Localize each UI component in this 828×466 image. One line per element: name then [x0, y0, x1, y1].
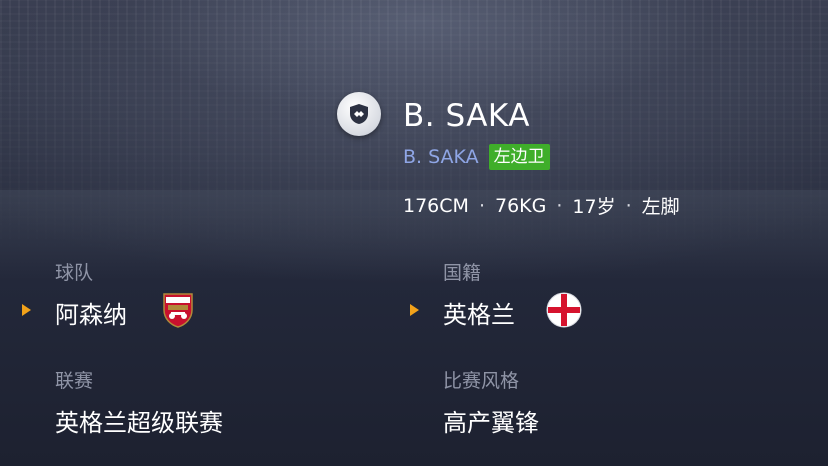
player-foot: 左脚 — [641, 196, 680, 218]
team-label: 球队 — [55, 262, 94, 284]
player-name: B. SAKA — [403, 98, 530, 134]
style-label: 比赛风格 — [443, 370, 520, 392]
nationality-label: 国籍 — [443, 262, 482, 284]
player-weight: 76KG — [494, 194, 547, 217]
team-value[interactable]: 阿森纳 — [55, 295, 127, 330]
league-value: 英格兰超级联赛 — [55, 409, 223, 437]
nationality-value[interactable]: 英格兰 — [443, 295, 515, 330]
stats-separator: · — [478, 194, 485, 217]
player-subline: B. SAKA 左边卫 — [403, 144, 550, 170]
player-badge-icon — [337, 92, 381, 136]
player-subname: B. SAKA — [403, 146, 479, 168]
style-value: 高产翼锋 — [443, 409, 539, 437]
stats-separator: · — [556, 194, 563, 217]
league-label: 联赛 — [55, 370, 94, 392]
team-arrow-icon[interactable] — [22, 304, 31, 316]
nationality-arrow-icon[interactable] — [410, 304, 419, 316]
player-stats: 176CM · 76KG · 17岁 · 左脚 — [403, 192, 680, 219]
stats-separator: · — [625, 194, 632, 217]
england-flag-icon[interactable] — [546, 292, 582, 328]
player-age: 17岁 — [572, 196, 616, 218]
arsenal-crest-icon[interactable] — [162, 292, 194, 328]
player-height: 176CM — [403, 194, 469, 217]
position-tag: 左边卫 — [488, 144, 550, 170]
